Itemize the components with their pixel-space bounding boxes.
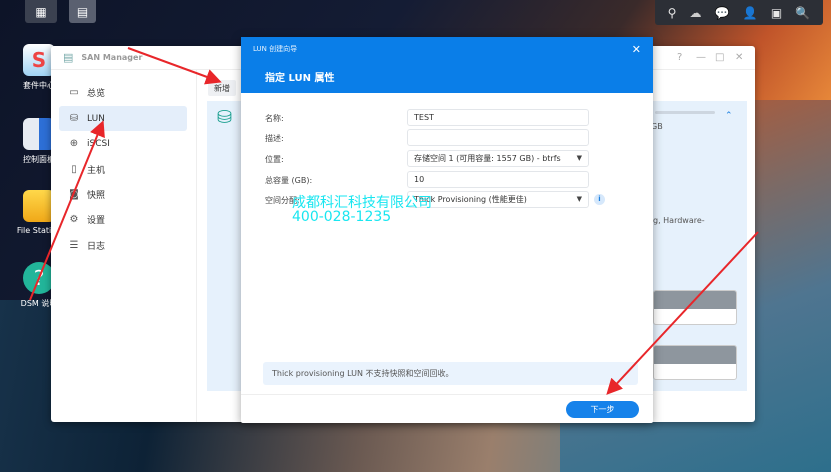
location-value: 存储空间 1 (可用容量: 1557 GB) - btrfs — [414, 154, 561, 163]
name-input[interactable]: TEST — [407, 109, 589, 126]
name-label: 名称: — [265, 114, 284, 123]
gear-icon: ⚙ — [69, 214, 79, 225]
usage-bar — [655, 111, 715, 114]
list-icon: ☰ — [69, 240, 79, 251]
app-icon: ▤ — [63, 51, 74, 64]
watermark-company: 成都科汇科技有限公司 — [292, 195, 432, 211]
location-label: 位置: — [265, 155, 284, 164]
host-icon: ▯ — [71, 164, 77, 175]
description-label: 描述: — [265, 134, 284, 143]
location-select[interactable]: 存储空间 1 (可用容量: 1557 GB) - btrfs ▼ — [407, 150, 589, 167]
description-input[interactable] — [407, 129, 589, 146]
widgets-icon[interactable]: ▣ — [771, 6, 782, 20]
add-button[interactable]: 新增 — [208, 80, 236, 96]
capacity-label: 总容量 (GB): — [265, 176, 313, 185]
globe-icon: ⊕ — [69, 138, 79, 149]
cloud-sync-icon[interactable]: ☁ — [690, 6, 702, 20]
step-title: 指定 LUN 属性 — [265, 73, 335, 84]
space-allocation-select[interactable]: Thick Provisioning (性能更佳) ▼ — [407, 191, 589, 208]
info-card — [653, 345, 737, 380]
sidebar-item-label: 日志 — [87, 242, 106, 252]
taskbar: ▦ ▤ ⚲ ☁ 💬 👤 ▣ 🔍 — [0, 0, 831, 25]
capacity-input[interactable]: 10 — [407, 171, 589, 188]
database-icon: ⛁ — [217, 107, 233, 128]
name-value: TEST — [414, 113, 434, 122]
collapse-icon[interactable]: ⌃ — [725, 111, 733, 121]
sidebar: ▭ 总览 ⛁ LUN ⊕ iSCSI ▯ 主机 ◙ 快照 ⚙ 设置 ☰ 日志 — [51, 70, 197, 422]
chat-icon[interactable]: 💬 — [715, 6, 730, 20]
capacity-value: 10 — [414, 175, 425, 184]
san-manager-icon: ▤ — [76, 4, 89, 19]
dialog-footer-divider — [241, 394, 653, 395]
sidebar-item-label: LUN — [87, 113, 105, 124]
help-button[interactable]: ? — [677, 52, 682, 63]
close-window-button[interactable]: ✕ — [735, 52, 743, 63]
dialog-header: LUN 创建向导 指定 LUN 属性 ✕ — [241, 37, 653, 93]
info-icon[interactable]: i — [594, 194, 605, 205]
overview-icon: ▭ — [69, 87, 79, 98]
sidebar-item-label: iSCSI — [87, 138, 110, 149]
lun-icon: ⛁ — [69, 113, 79, 124]
sidebar-item-iscsi[interactable]: ⊕ iSCSI — [59, 131, 187, 156]
watermark-phone: 400-028-1235 — [292, 209, 392, 225]
grid-icon: ▦ — [35, 4, 47, 19]
sidebar-item-label: 设置 — [87, 216, 106, 226]
san-manager-taskbar-button[interactable]: ▤ — [69, 0, 96, 23]
sidebar-item-label: 主机 — [87, 166, 106, 176]
info-card — [653, 290, 737, 325]
sidebar-item-label: 快照 — [87, 191, 106, 201]
window-title: SAN Manager — [81, 53, 143, 62]
sidebar-item-snapshot[interactable]: ◙ 快照 — [59, 182, 187, 207]
sidebar-item-label: 总览 — [87, 89, 106, 99]
camera-icon: ◙ — [69, 189, 79, 200]
chevron-down-icon: ▼ — [576, 195, 582, 203]
main-menu-button[interactable]: ▦ — [25, 0, 57, 23]
thick-provisioning-note: Thick provisioning LUN 不支持快照和空间回收。 — [263, 362, 638, 385]
sidebar-item-lun[interactable]: ⛁ LUN — [59, 106, 187, 131]
sidebar-item-host[interactable]: ▯ 主机 — [59, 157, 187, 182]
maximize-button[interactable]: □ — [715, 52, 724, 63]
features-text: g, Hardware- — [653, 216, 705, 225]
lun-creation-wizard-dialog: LUN 创建向导 指定 LUN 属性 ✕ 名称: TEST 描述: 位置: 存储… — [241, 37, 653, 423]
user-icon[interactable]: 👤 — [743, 6, 758, 20]
sidebar-item-settings[interactable]: ⚙ 设置 — [59, 207, 187, 232]
next-button[interactable]: 下一步 — [566, 401, 639, 418]
close-dialog-button[interactable]: ✕ — [632, 43, 641, 56]
sidebar-item-log[interactable]: ☰ 日志 — [59, 233, 187, 258]
system-tray: ⚲ ☁ 💬 👤 ▣ 🔍 — [655, 0, 823, 25]
chevron-down-icon: ▼ — [576, 154, 582, 162]
search-task-icon[interactable]: ⚲ — [668, 6, 677, 20]
sidebar-item-overview[interactable]: ▭ 总览 — [59, 80, 187, 105]
wizard-title: LUN 创建向导 — [253, 45, 298, 53]
search-icon[interactable]: 🔍 — [795, 6, 810, 20]
minimize-button[interactable]: — — [696, 52, 706, 63]
